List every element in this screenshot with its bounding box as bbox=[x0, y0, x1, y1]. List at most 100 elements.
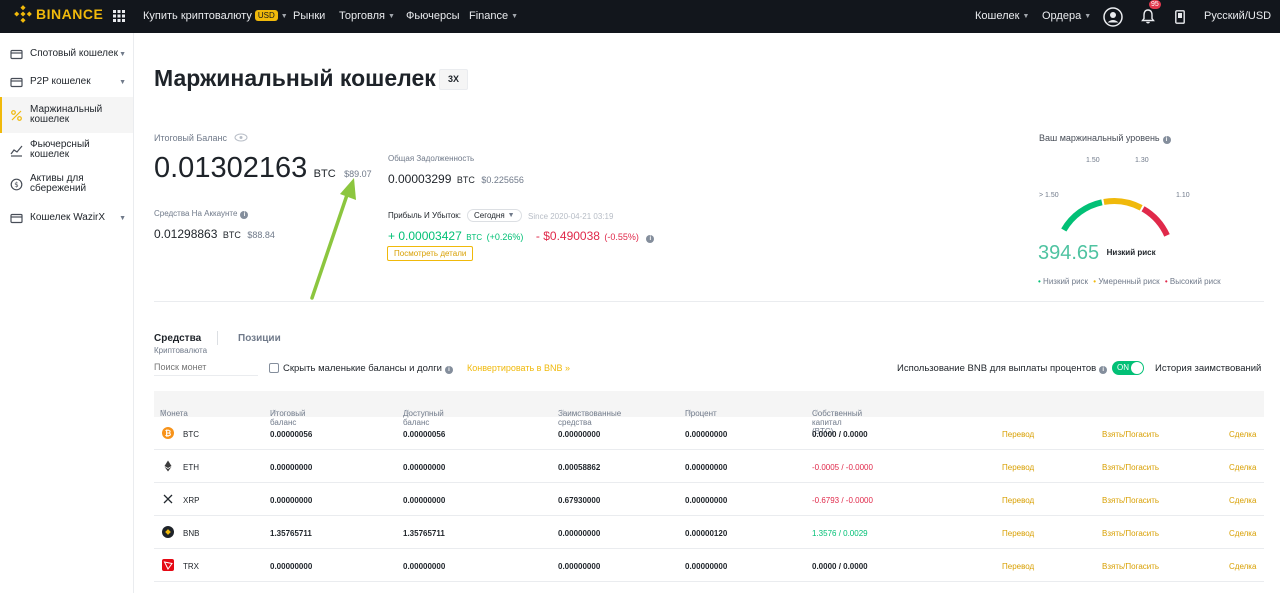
available-balance-cell: 0.00000000 bbox=[403, 463, 446, 472]
coin-search-input[interactable] bbox=[154, 359, 258, 375]
account-funds-unit: BTC bbox=[222, 230, 241, 240]
legend-dot-low: • bbox=[1038, 277, 1041, 286]
leverage-badge: 3X bbox=[439, 69, 468, 90]
nav-markets[interactable]: Рынки bbox=[293, 0, 325, 33]
borrow-repay-link[interactable]: Взять/Погасить bbox=[1102, 529, 1159, 538]
coin-symbol: BTC bbox=[183, 430, 199, 439]
sidebar-item-savings-assets[interactable]: $ Активы для сбережений bbox=[0, 167, 133, 201]
coin-symbol: XRP bbox=[183, 496, 200, 505]
account-funds: 0.01298863 BTC $88.84 bbox=[154, 225, 275, 243]
gauge-label-130: 1.30 bbox=[1135, 157, 1149, 164]
eye-icon[interactable] bbox=[234, 133, 248, 142]
chevron-down-icon: ▼ bbox=[1022, 13, 1030, 20]
pnl-label: Прибыль И Убыток: bbox=[388, 211, 462, 220]
nav-orders[interactable]: Ордера ▼ bbox=[1042, 0, 1091, 33]
pnl-period-select[interactable]: Сегодня ▼ bbox=[467, 209, 522, 222]
sort-icon: ⇅ bbox=[560, 410, 566, 416]
trx-coin-icon bbox=[162, 559, 174, 571]
interest-cell: 0.00000120 bbox=[685, 529, 728, 538]
annotation-arrow bbox=[310, 178, 356, 300]
nav-trade[interactable]: Торговля ▼ bbox=[339, 0, 395, 33]
tab-separator bbox=[217, 331, 218, 345]
bnb-interest-toggle[interactable]: ON bbox=[1112, 361, 1144, 375]
debt-label: Общая Задолженность bbox=[388, 154, 475, 163]
table-row: XRP 0.00000000 0.00000000 0.67930000 0.0… bbox=[154, 483, 1264, 516]
convert-to-bnb-link[interactable]: Конвертировать в BNB » bbox=[467, 363, 570, 373]
section-divider bbox=[154, 301, 1264, 302]
borrowed-cell: 0.00000000 bbox=[558, 430, 601, 439]
borrow-repay-link[interactable]: Взять/Погасить bbox=[1102, 562, 1159, 571]
sidebar-item-margin-wallet[interactable]: Маржинальный кошелек bbox=[0, 97, 133, 133]
sidebar-item-p2p-wallet[interactable]: P2P кошелек ▼ bbox=[0, 67, 133, 97]
sort-icon: ⇅ bbox=[687, 410, 693, 416]
sidebar-item-label: Фьючерсный кошелек bbox=[30, 140, 90, 160]
borrow-history-link[interactable]: История заимствований bbox=[1155, 363, 1261, 374]
total-balance-label: Итоговый Баланс bbox=[154, 133, 228, 143]
interest-cell: 0.00000000 bbox=[685, 496, 728, 505]
total-balance-value: 0.01302163 bbox=[154, 152, 308, 184]
chevron-down-icon: ▼ bbox=[280, 13, 288, 20]
trade-link[interactable]: Сделка bbox=[1229, 430, 1256, 439]
download-app-button[interactable] bbox=[1173, 0, 1187, 33]
nav-finance-label: Finance bbox=[469, 10, 509, 22]
coin-icon: $ bbox=[10, 178, 23, 190]
borrow-repay-link[interactable]: Взять/Погасить bbox=[1102, 496, 1159, 505]
equity-cell: -0.6793 / -0.0000 bbox=[812, 496, 873, 505]
borrow-repay-link[interactable]: Взять/Погасить bbox=[1102, 430, 1159, 439]
sidebar-item-futures-wallet[interactable]: Фьючерсный кошелек bbox=[0, 133, 133, 167]
borrowed-cell: 0.00000000 bbox=[558, 562, 601, 571]
transfer-link[interactable]: Перевод bbox=[1002, 562, 1034, 571]
transfer-link[interactable]: Перевод bbox=[1002, 529, 1034, 538]
pnl-since: Since 2020-04-21 03:19 bbox=[528, 212, 614, 221]
risk-level-label: Низкий риск bbox=[1106, 248, 1156, 257]
tab-assets[interactable]: Средства bbox=[154, 333, 201, 344]
nav-futures[interactable]: Фьючерсы bbox=[406, 0, 459, 33]
hide-small-balances-label: Скрыть маленькие балансы и долги bbox=[283, 363, 442, 374]
profile-button[interactable] bbox=[1102, 0, 1124, 33]
trade-link[interactable]: Сделка bbox=[1229, 562, 1256, 571]
borrowed-cell: 0.00058862 bbox=[558, 463, 601, 472]
transfer-link[interactable]: Перевод bbox=[1002, 463, 1034, 472]
wallet-icon bbox=[10, 77, 23, 87]
info-icon[interactable]: i bbox=[240, 211, 249, 219]
sidebar-item-label: Спотовый кошелек bbox=[30, 48, 118, 59]
legend-dot-mid: • bbox=[1093, 277, 1097, 286]
sidebar-item-wazirx-wallet[interactable]: Кошелек WazirX ▼ bbox=[0, 203, 133, 233]
logo-text: BINANCE bbox=[36, 6, 104, 22]
sort-icon: ⇅ bbox=[272, 410, 278, 416]
chevron-down-icon: ▼ bbox=[119, 78, 126, 86]
margin-wallet-main: Маржинальный кошелек 3X Итоговый Баланс … bbox=[134, 33, 1280, 593]
info-icon[interactable]: i bbox=[1099, 366, 1108, 374]
pnl-btc-percent: (+0.26%) bbox=[486, 232, 524, 242]
info-icon[interactable]: i bbox=[646, 235, 655, 243]
sidebar-item-spot-wallet[interactable]: Спотовый кошелек ▼ bbox=[0, 39, 133, 69]
apps-grid-icon[interactable] bbox=[113, 10, 125, 22]
table-row: ₿ BTC 0.00000056 0.00000056 0.00000000 0… bbox=[154, 417, 1264, 450]
language-currency-selector[interactable]: Русский/USD bbox=[1204, 0, 1271, 33]
trade-link[interactable]: Сделка bbox=[1229, 463, 1256, 472]
margin-level-label-row: Ваш маржинальный уровень i bbox=[1039, 133, 1171, 144]
trade-link[interactable]: Сделка bbox=[1229, 496, 1256, 505]
gauge-arc-high bbox=[1141, 206, 1170, 237]
binance-logo[interactable]: BINANCE bbox=[14, 5, 103, 23]
futures-chart-icon bbox=[10, 145, 23, 157]
transfer-link[interactable]: Перевод bbox=[1002, 430, 1034, 439]
equity-cell: 0.0000 / 0.0000 bbox=[812, 430, 868, 439]
trade-link[interactable]: Сделка bbox=[1229, 529, 1256, 538]
nav-buy-crypto[interactable]: Купить криптовалюту USD ▼ bbox=[143, 0, 288, 33]
borrow-repay-link[interactable]: Взять/Погасить bbox=[1102, 463, 1159, 472]
transfer-link[interactable]: Перевод bbox=[1002, 496, 1034, 505]
info-icon[interactable]: i bbox=[1162, 136, 1171, 144]
bnb-interest-row: Использование BNB для выплаты процентов i bbox=[897, 363, 1108, 374]
info-icon[interactable]: i bbox=[444, 366, 453, 374]
hide-small-balances-checkbox[interactable] bbox=[269, 363, 279, 373]
nav-finance[interactable]: Finance ▼ bbox=[469, 0, 518, 33]
pnl-period-value: Сегодня bbox=[474, 211, 505, 220]
legend-high-label: Высокий риск bbox=[1169, 277, 1221, 286]
nav-wallet[interactable]: Кошелек ▼ bbox=[975, 0, 1029, 33]
view-details-button[interactable]: Посмотреть детали bbox=[387, 246, 474, 261]
tab-positions[interactable]: Позиции bbox=[238, 333, 281, 344]
gauge-arc-low bbox=[1061, 199, 1103, 232]
usd-badge: USD bbox=[254, 10, 278, 21]
notifications-button[interactable]: 95 bbox=[1140, 0, 1161, 33]
